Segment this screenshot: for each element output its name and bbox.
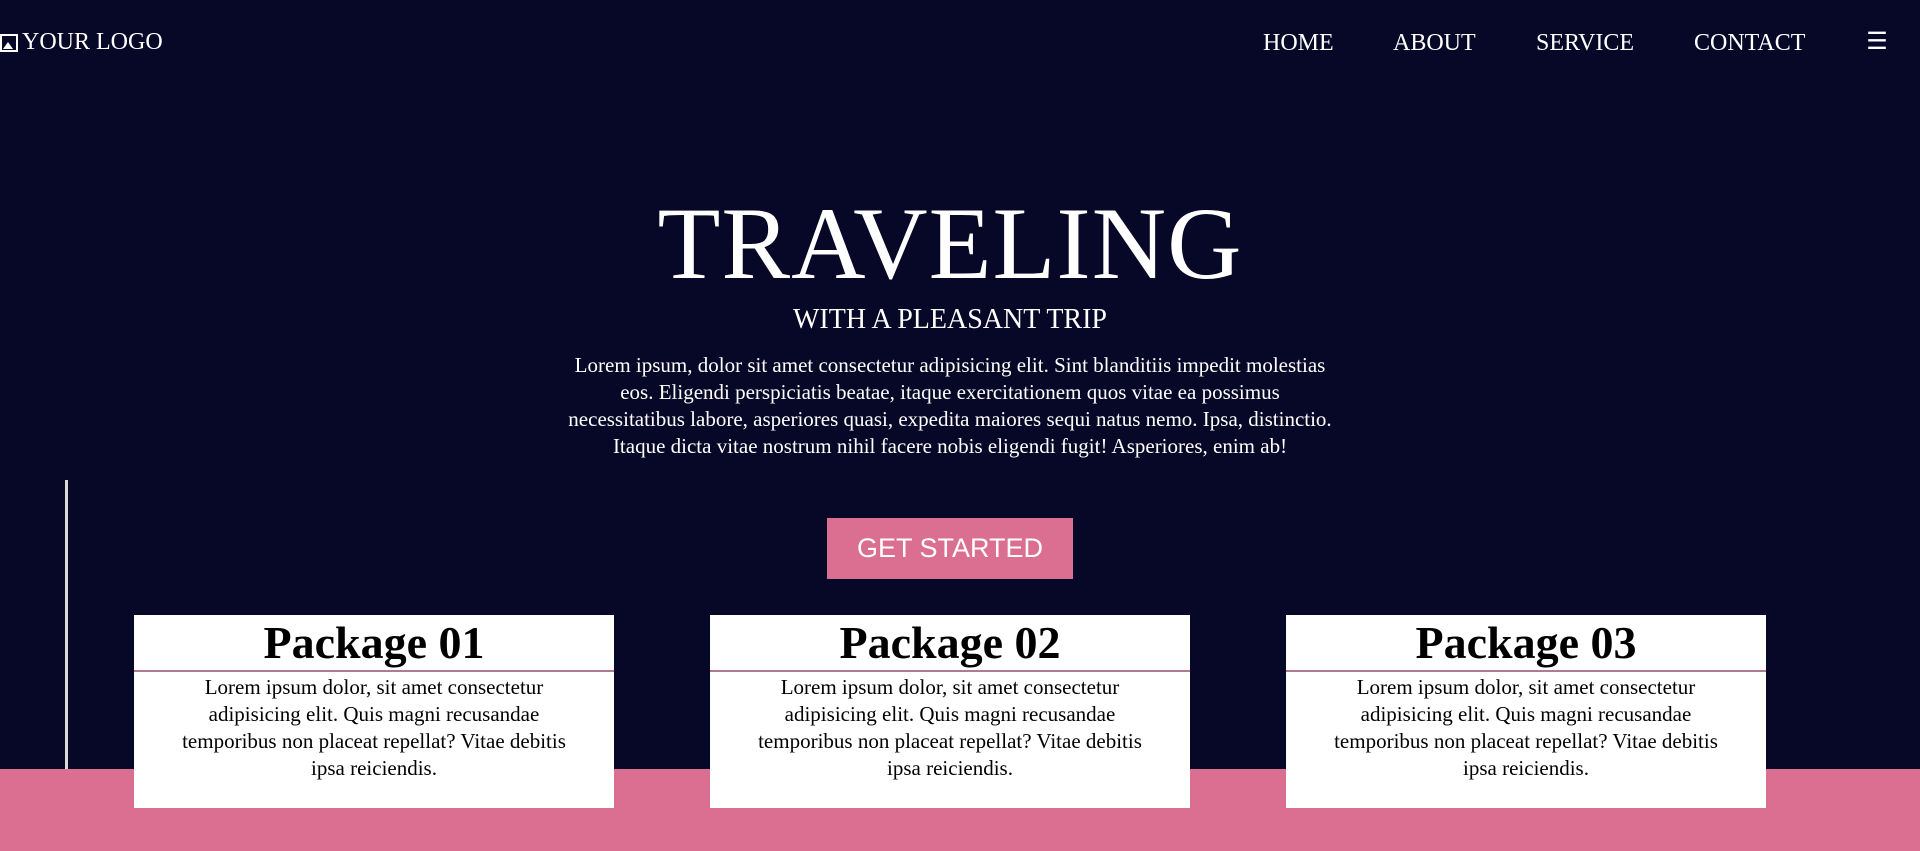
image-icon [0,33,18,52]
hero-subtitle: WITH A PLEASANT TRIP [793,304,1107,335]
package-description: Lorem ipsum dolor, sit amet consectetur … [1334,675,1718,780]
hero-title: TRAVELING [657,187,1243,301]
package-card-01[interactable]: Package 01 Lorem ipsum dolor, sit amet c… [134,615,614,808]
nav-item-contact[interactable]: CONTACT [1694,30,1805,56]
package-card-02[interactable]: Package 02 Lorem ipsum dolor, sit amet c… [710,615,1190,808]
package-description: Lorem ipsum dolor, sit amet consectetur … [182,675,566,780]
package-title: Package 02 [710,615,1190,672]
package-card-03[interactable]: Package 03 Lorem ipsum dolor, sit amet c… [1286,615,1766,808]
decorative-vertical-line [65,480,68,770]
hero-description: Lorem ipsum, dolor sit amet consectetur … [568,353,1332,458]
logo[interactable]: YOUR LOGO [0,30,163,54]
nav-item-about[interactable]: ABOUT [1393,30,1476,56]
package-description: Lorem ipsum dolor, sit amet consectetur … [758,675,1142,780]
hamburger-menu-icon[interactable]: ☰ [1866,28,1888,56]
get-started-button[interactable]: GET STARTED [827,518,1073,579]
page: YOUR LOGO HOME ABOUT SERVICE CONTACT ☰ T… [0,0,1920,851]
package-title: Package 03 [1286,615,1766,672]
package-title: Package 01 [134,615,614,672]
nav-item-home[interactable]: HOME [1263,30,1334,56]
nav-item-service[interactable]: SERVICE [1536,30,1634,56]
logo-text: YOUR LOGO [22,29,163,55]
